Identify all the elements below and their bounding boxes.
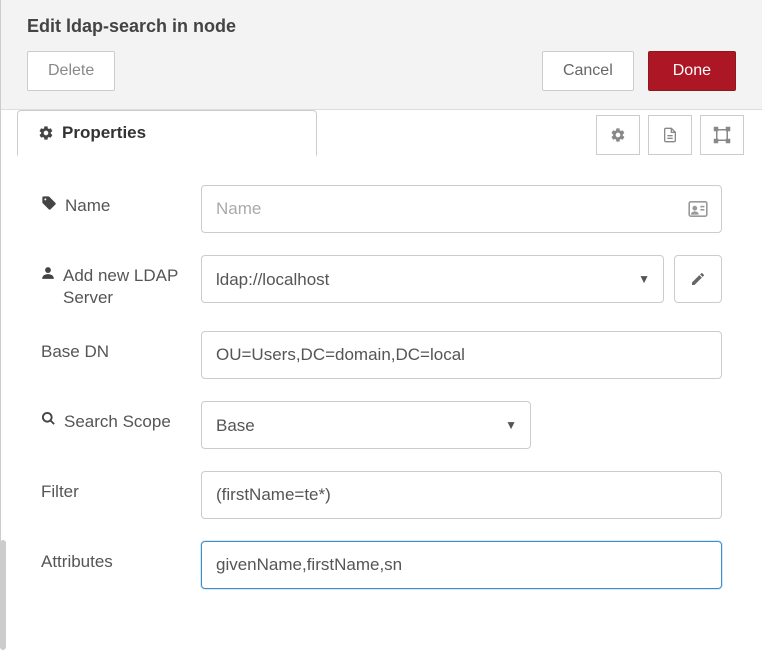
base-dn-input[interactable] (201, 331, 722, 379)
label-name-text: Name (65, 195, 110, 217)
tab-properties[interactable]: Properties (17, 110, 317, 156)
label-attributes: Attributes (41, 541, 201, 573)
label-attributes-text: Attributes (41, 551, 113, 573)
header-buttons: Delete Cancel Done (1, 51, 762, 91)
tabs-row: Properties (1, 109, 762, 155)
node-appearance-button[interactable] (700, 115, 744, 155)
row-attributes: Attributes (41, 541, 722, 589)
scrollbar[interactable] (0, 540, 6, 650)
label-name: Name (41, 185, 201, 217)
label-search-scope-text: Search Scope (64, 411, 171, 433)
label-base-dn: Base DN (41, 331, 201, 363)
ldap-server-select[interactable]: ldap://localhost (201, 255, 664, 303)
form: Name Add new LDAP Server (1, 155, 762, 625)
row-ldap-server: Add new LDAP Server ldap://localhost ▼ (41, 255, 722, 309)
done-button-label: Done (673, 62, 711, 80)
filter-input[interactable] (201, 471, 722, 519)
search-scope-select[interactable]: Base (201, 401, 531, 449)
label-base-dn-text: Base DN (41, 341, 109, 363)
pencil-icon (690, 271, 706, 287)
cancel-button[interactable]: Cancel (542, 51, 634, 91)
gear-icon (610, 127, 626, 143)
node-docs-button[interactable] (648, 115, 692, 155)
user-icon (41, 265, 55, 281)
row-filter: Filter (41, 471, 722, 519)
tab-properties-label: Properties (62, 123, 146, 143)
label-ldap-server: Add new LDAP Server (41, 255, 201, 309)
label-filter: Filter (41, 471, 201, 503)
node-settings-button[interactable] (596, 115, 640, 155)
search-icon (41, 411, 56, 426)
attributes-input[interactable] (201, 541, 722, 589)
row-search-scope: Search Scope Base ▼ (41, 401, 722, 449)
label-search-scope: Search Scope (41, 401, 201, 433)
document-icon (662, 126, 678, 144)
cancel-button-label: Cancel (563, 62, 613, 80)
label-ldap-server-text: Add new LDAP Server (63, 265, 201, 309)
name-input[interactable] (201, 185, 722, 233)
label-filter-text: Filter (41, 481, 79, 503)
row-base-dn: Base DN (41, 331, 722, 379)
row-name: Name (41, 185, 722, 233)
header-bar: Edit ldap-search in node Delete Cancel D… (1, 0, 762, 110)
edit-ldap-server-button[interactable] (674, 255, 722, 303)
done-button[interactable]: Done (648, 51, 736, 91)
gear-icon (38, 125, 54, 141)
edit-node-panel: Edit ldap-search in node Delete Cancel D… (0, 0, 762, 625)
delete-button-label: Delete (48, 62, 94, 80)
frame-icon (713, 126, 731, 144)
panel-title: Edit ldap-search in node (1, 0, 762, 51)
tag-icon (41, 195, 57, 211)
delete-button[interactable]: Delete (27, 51, 115, 91)
